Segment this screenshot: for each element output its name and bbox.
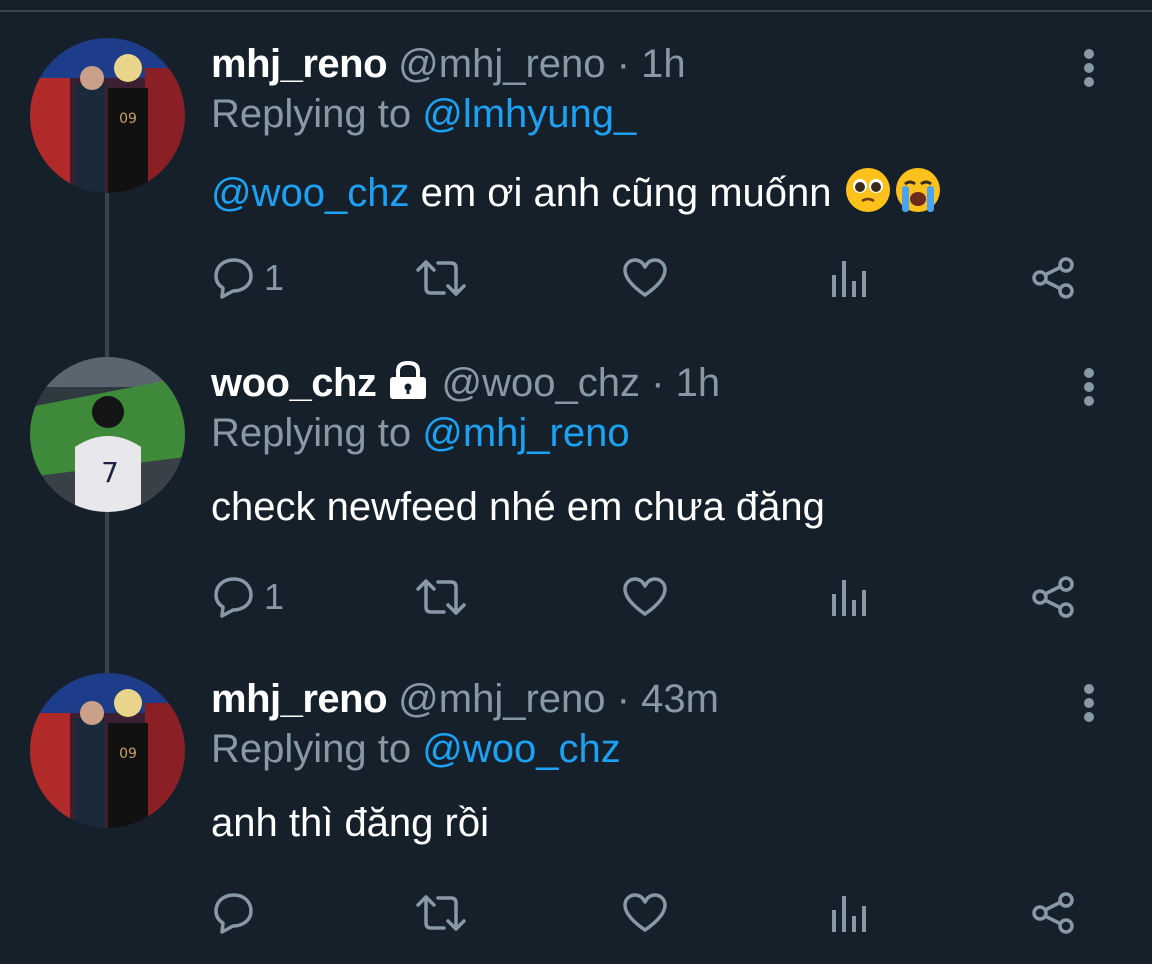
avatar[interactable]: 09 [30, 38, 185, 193]
retweet-icon [416, 895, 466, 931]
tweet-actions: 1 [210, 573, 1090, 621]
more-options-icon[interactable] [1080, 683, 1098, 723]
reply-count: 1 [264, 576, 285, 617]
svg-text:7: 7 [101, 456, 119, 489]
retweet-icon [416, 579, 466, 615]
tweet-text: @woo_chz em ơi anh cũng muốnn [211, 166, 943, 216]
like-button[interactable] [622, 889, 668, 937]
reply-icon [214, 893, 253, 934]
replying-to-mention[interactable]: @woo_chz [422, 727, 620, 771]
replying-to: Replying to @woo_chz [211, 727, 621, 772]
tweet-actions [210, 889, 1090, 937]
share-button[interactable] [1030, 889, 1076, 937]
svg-text:09: 09 [119, 111, 137, 127]
analytics-button[interactable] [830, 573, 868, 621]
lock-icon [390, 360, 427, 399]
separator: · [651, 361, 665, 405]
svg-text:09: 09 [119, 746, 137, 762]
pleading-face-emoji-icon [845, 168, 890, 212]
like-icon [623, 577, 667, 616]
display-name[interactable]: mhj_reno [211, 677, 388, 721]
retweet-icon [416, 260, 466, 296]
timestamp[interactable]: 1h [676, 361, 721, 405]
body-mention[interactable]: @woo_chz [211, 171, 409, 215]
reply-button[interactable]: 1 [210, 573, 284, 621]
replying-to: Replying to @mhj_reno [211, 411, 630, 456]
analytics-icon [832, 896, 866, 932]
tweet[interactable]: 7 woo_chz @woo_chz · 1h Replying to @mhj… [0, 357, 1152, 657]
replying-to-mention[interactable]: @lmhyung_ [422, 92, 636, 136]
tweet-text: anh thì đăng rồi [211, 801, 489, 845]
separator: · [616, 42, 630, 86]
share-button[interactable] [1030, 254, 1076, 302]
replying-label: Replying to [211, 92, 423, 136]
display-name[interactable]: woo_chz [211, 361, 377, 405]
tweet[interactable]: 09 mhj_reno @mhj_reno · 1h Replying to @… [0, 38, 1152, 338]
analytics-icon [832, 580, 866, 616]
like-icon [623, 893, 667, 932]
reply-icon [214, 258, 253, 299]
top-divider [0, 0, 1152, 12]
share-icon [1032, 576, 1074, 618]
timestamp[interactable]: 1h [641, 42, 686, 86]
analytics-icon [832, 261, 866, 297]
analytics-button[interactable] [830, 254, 868, 302]
analytics-button[interactable] [830, 889, 868, 937]
loudly-crying-face-emoji-icon [895, 168, 940, 212]
like-icon [623, 258, 667, 297]
tweet[interactable]: 09 mhj_reno @mhj_reno · 43m Replying to … [0, 673, 1152, 964]
avatar[interactable]: 09 [30, 673, 185, 828]
more-options-icon[interactable] [1080, 367, 1098, 407]
replying-to-mention[interactable]: @mhj_reno [422, 411, 629, 455]
share-icon [1032, 257, 1074, 299]
retweet-button[interactable] [414, 889, 468, 937]
reply-icon [214, 577, 253, 618]
timestamp[interactable]: 43m [641, 677, 719, 721]
replying-label: Replying to [211, 411, 423, 455]
user-handle[interactable]: @woo_chz [442, 361, 640, 405]
replying-to: Replying to @lmhyung_ [211, 92, 636, 137]
share-icon [1032, 892, 1074, 934]
reply-button[interactable]: 1 [210, 254, 284, 302]
tweet-body-text: em ơi anh cũng muốnn [409, 171, 832, 215]
replying-label: Replying to [211, 727, 423, 771]
like-button[interactable] [622, 254, 668, 302]
share-button[interactable] [1030, 573, 1076, 621]
user-handle[interactable]: @mhj_reno [398, 677, 605, 721]
retweet-button[interactable] [414, 254, 468, 302]
user-handle[interactable]: @mhj_reno [398, 42, 605, 86]
like-button[interactable] [622, 573, 668, 621]
retweet-button[interactable] [414, 573, 468, 621]
tweet-text: check newfeed nhé em chưa đăng [211, 485, 825, 529]
separator: · [616, 677, 630, 721]
reply-count: 1 [264, 257, 285, 298]
reply-button[interactable] [210, 889, 264, 937]
avatar[interactable]: 7 [30, 357, 185, 512]
more-options-icon[interactable] [1080, 48, 1098, 88]
display-name[interactable]: mhj_reno [211, 42, 388, 86]
tweet-actions: 1 [210, 254, 1090, 302]
